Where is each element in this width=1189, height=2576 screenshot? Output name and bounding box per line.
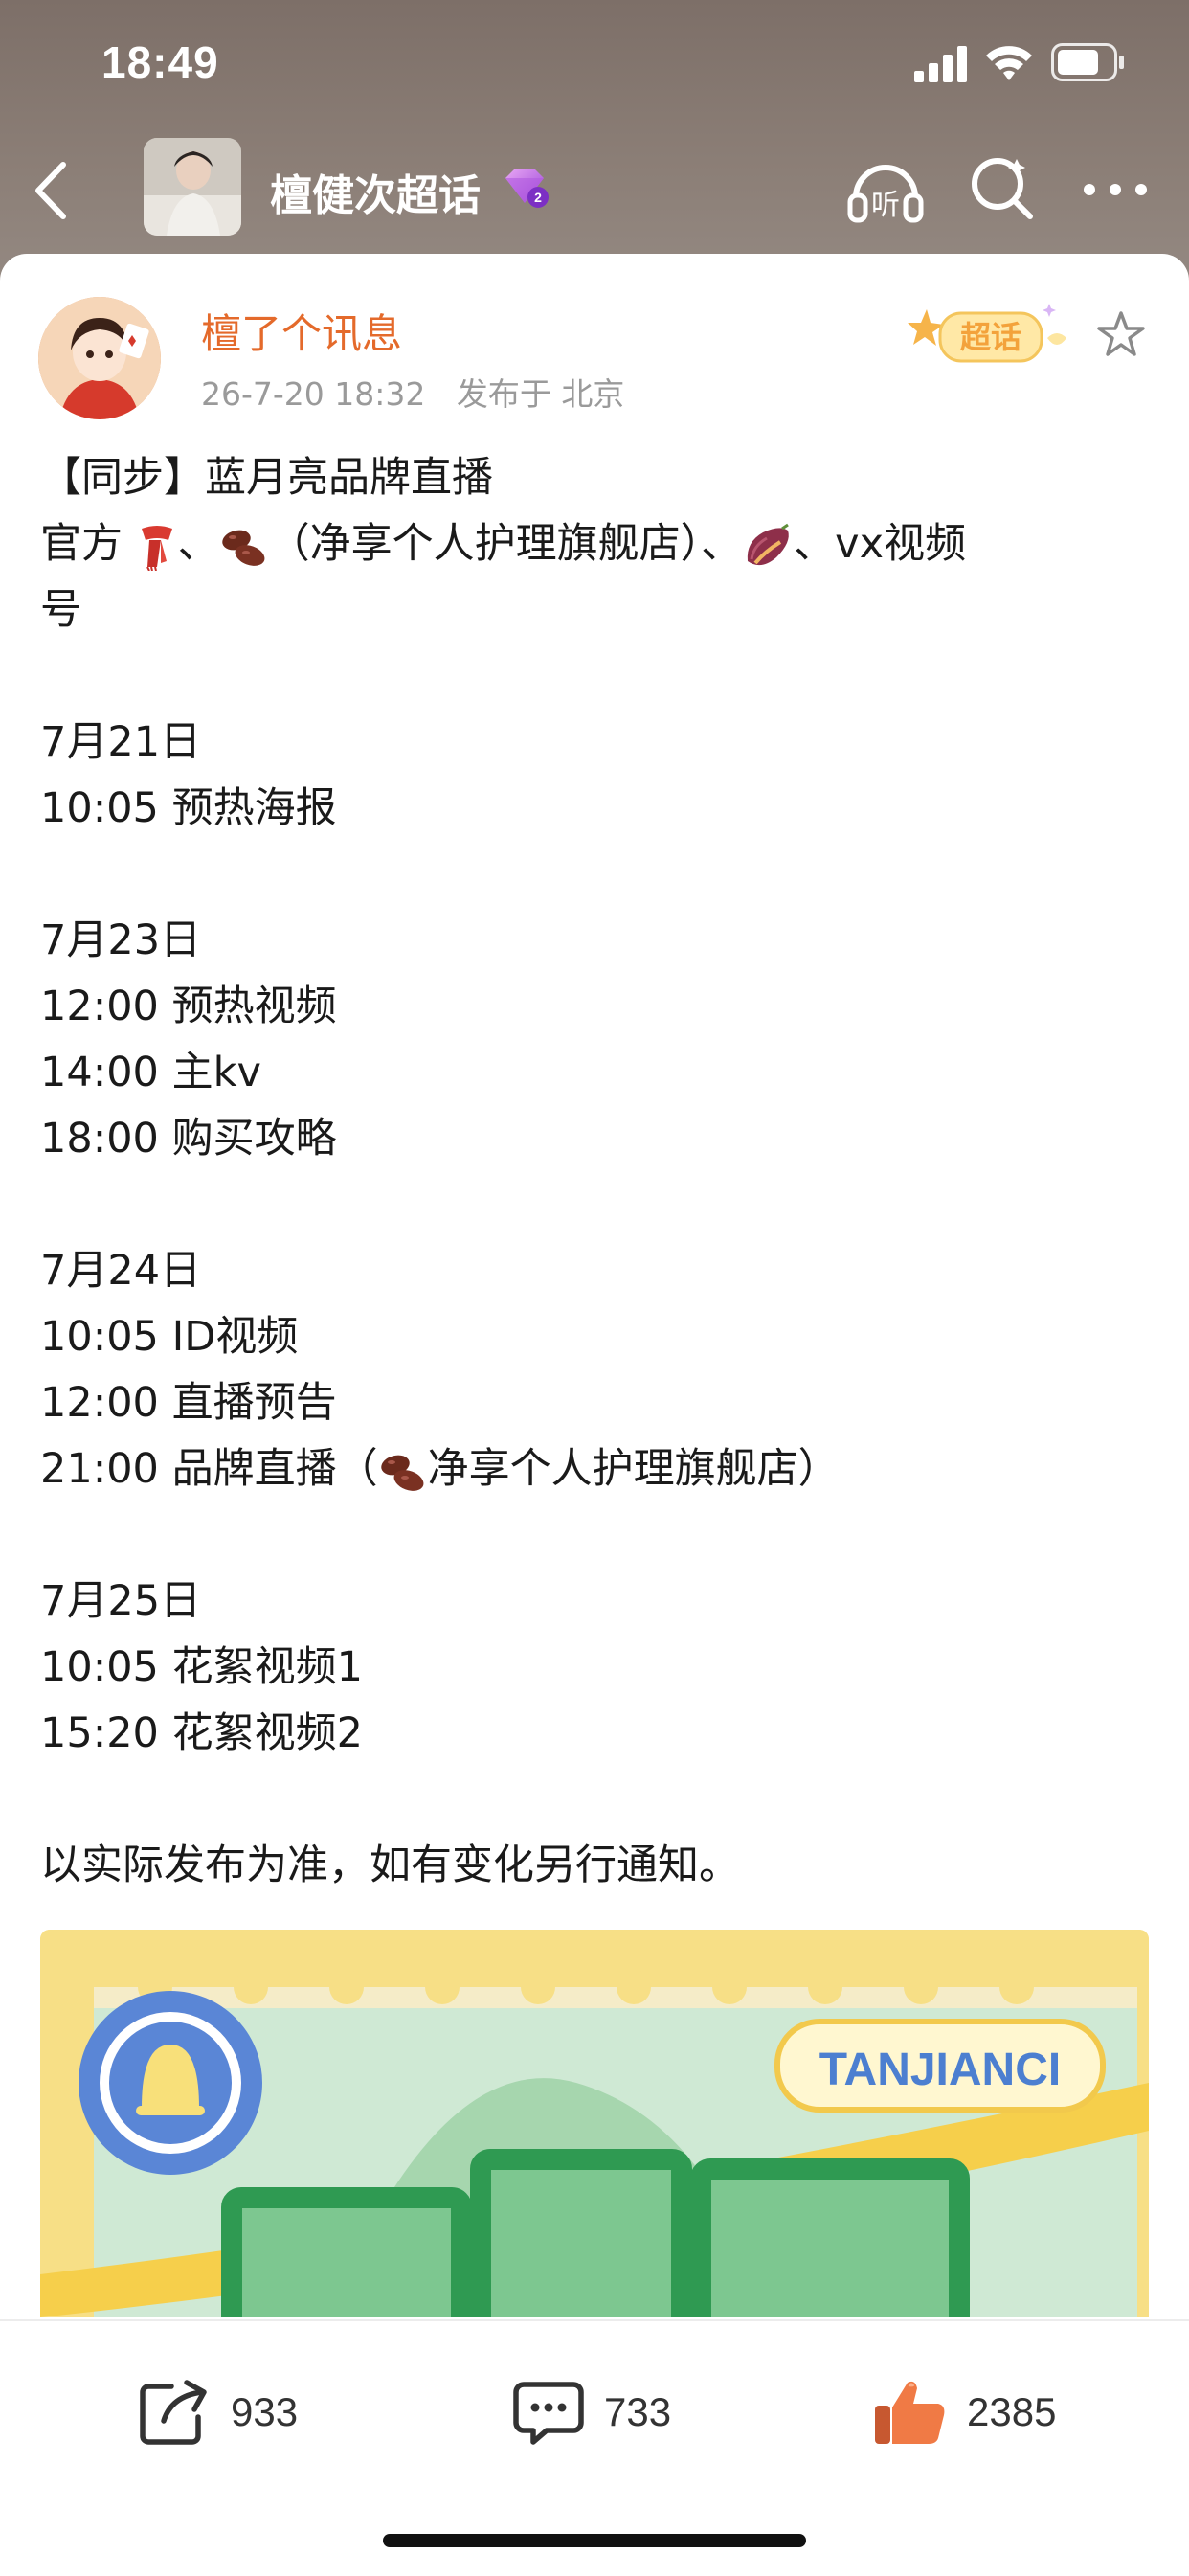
post-line: 7月25日 (40, 1577, 202, 1625)
home-indicator (383, 2534, 806, 2547)
gem-icon: 2 (505, 169, 549, 208)
badge-label: 超话 (960, 319, 1021, 355)
share-icon (140, 2380, 207, 2445)
post-line: 15:20 花絮视频2 (40, 1709, 363, 1757)
signal-icon (914, 46, 967, 82)
search-icon[interactable] (967, 153, 1036, 222)
like-button[interactable]: 2385 (871, 2374, 1056, 2451)
post-meta: 26-7-20 18:32 发布于 北京 (201, 369, 645, 415)
comment-count: 733 (604, 2389, 672, 2434)
post-line: 10:05 预热海报 (40, 784, 337, 832)
post-line (40, 644, 1151, 710)
post-line: 18:00 购买攻略 (40, 1115, 337, 1163)
post-line: 14:00 主kv (40, 1049, 261, 1096)
post-line: 【同步】蓝月亮品牌直播 (40, 454, 493, 502)
wifi-icon (986, 46, 1032, 80)
like-icon (875, 2381, 945, 2444)
image-tag-text: TANJIANCI (819, 2045, 1061, 2095)
post-line: 7月21日 (40, 718, 202, 766)
chaohua-badge: 超话 (908, 304, 1066, 363)
topic-avatar[interactable] (144, 138, 241, 236)
post-line (40, 1767, 1151, 1833)
post-body: 【同步】蓝月亮品牌直播官方 、（净享个人护理旗舰店）、 、vx视频号 7月21日 10… (40, 445, 1151, 1899)
post-location: 发布于 北京 (456, 375, 625, 413)
star-icon[interactable] (1095, 309, 1147, 361)
status-bar: 18:49 (0, 0, 1189, 124)
more-icon[interactable] (1082, 180, 1149, 199)
post-card: 檀了个讯息 26-7-20 18:32 发布于 北京 超话 【同步】蓝月亮品牌直… (0, 254, 1189, 2574)
comment-icon (513, 2382, 584, 2445)
post-line (40, 1172, 1151, 1238)
post-line (40, 1503, 1151, 1569)
post-timestamp: 26-7-20 18:32 (201, 375, 426, 413)
topic-title[interactable]: 檀健次超话 (270, 161, 481, 222)
like-count: 2385 (967, 2389, 1057, 2434)
scarf-icon (141, 525, 172, 571)
bean-icon (380, 1455, 424, 1491)
avatar-illustration (38, 297, 161, 419)
post-line: 21:00 品牌直播（ 净享个人护理旗舰店） (40, 1445, 840, 1493)
post-line: 12:00 预热视频 (40, 983, 337, 1030)
comment-button[interactable]: 733 (512, 2374, 671, 2451)
bean-icon (221, 530, 265, 566)
post-line: 10:05 花絮视频1 (40, 1643, 363, 1691)
post-line: 官方 、（净享个人护理旗舰店）、 、vx视频 (40, 511, 1151, 577)
avatar[interactable] (38, 297, 161, 419)
post-line: 7月23日 (40, 916, 202, 964)
post-line (40, 842, 1151, 908)
post-line: 7月24日 (40, 1247, 202, 1295)
back-icon[interactable] (29, 157, 77, 224)
nav-bar: 檀健次超话 2 听 (0, 138, 1189, 239)
share-count: 933 (231, 2389, 299, 2434)
listen-label: 听 (871, 189, 900, 222)
listen-icon[interactable]: 听 (846, 153, 925, 228)
post-line: 以实际发布为准，如有变化另行通知。 (40, 1842, 740, 1889)
action-bar: 933 733 2385 (0, 2319, 1189, 2576)
sweet-potato-icon (747, 523, 790, 565)
post-line: 12:00 直播预告 (40, 1379, 337, 1427)
header-background: 18:49 檀健次超话 2 听 (0, 0, 1189, 287)
battery-icon (1051, 43, 1124, 81)
topic-avatar-image (144, 138, 241, 236)
gem-level: 2 (534, 190, 542, 205)
post-image[interactable]: TANJIANCI 品牌 (40, 1930, 1149, 2317)
post-line: 10:05 ID视频 (40, 1313, 299, 1361)
post-line: 号 (40, 586, 81, 634)
share-button[interactable]: 933 (139, 2374, 298, 2451)
post-image-art: TANJIANCI 品牌 (40, 1930, 1149, 2317)
status-time: 18:49 (101, 37, 219, 87)
author-name[interactable]: 檀了个讯息 (201, 302, 402, 360)
